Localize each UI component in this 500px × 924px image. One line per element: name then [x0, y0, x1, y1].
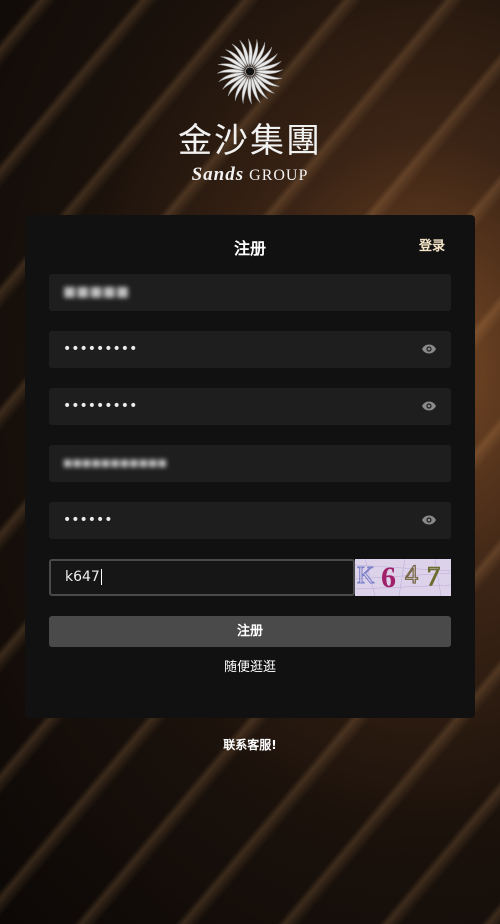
phone-field[interactable]: ■■■■■■■■■■■ [49, 445, 451, 482]
pin-value: •••••• [63, 512, 113, 528]
captcha-char-1: K [357, 563, 375, 589]
brand-sands-script: Sands [191, 164, 245, 185]
register-card: 注册 登录 ■■■■■ ••••••••• ••••••••• ■■■■■■■■… [25, 215, 475, 718]
pin-field[interactable]: •••••• [49, 502, 451, 539]
confirm-password-field[interactable]: ••••••••• [49, 388, 451, 425]
captcha-input[interactable]: k647 [49, 559, 355, 596]
password-value: ••••••••• [63, 341, 138, 357]
username-field[interactable]: ■■■■■ [49, 274, 451, 311]
password-field[interactable]: ••••••••• [49, 331, 451, 368]
eye-icon[interactable] [421, 514, 437, 526]
sands-sunburst-icon [217, 38, 283, 105]
login-link[interactable]: 登录 [419, 235, 445, 254]
username-value: ■■■■■ [63, 284, 130, 300]
eye-icon[interactable] [421, 343, 437, 355]
confirm-password-value: ••••••••• [63, 398, 138, 414]
text-caret [100, 569, 102, 585]
captcha-image[interactable]: K 6 4 7 [355, 559, 451, 596]
register-button[interactable]: 注册 [49, 616, 451, 647]
phone-value: ■■■■■■■■■■■ [63, 458, 167, 469]
brand-group-text: GROUP [249, 167, 309, 184]
contact-support-link[interactable]: 联系客服! [0, 736, 500, 753]
eye-icon[interactable] [421, 400, 437, 412]
captcha-char-2: 6 [381, 561, 396, 594]
page-title: 注册 [233, 239, 266, 258]
captcha-char-3: 4 [405, 560, 418, 589]
brand-logo: 金沙集團 Sands GROUP [0, 36, 500, 186]
captcha-input-value: k647 [65, 569, 102, 585]
brand-name-cn: 金沙集團 [178, 121, 322, 161]
brand-name-en: Sands GROUP [192, 164, 309, 186]
browse-link[interactable]: 随便逛逛 [25, 656, 475, 675]
captcha-char-4: 7 [427, 562, 440, 591]
